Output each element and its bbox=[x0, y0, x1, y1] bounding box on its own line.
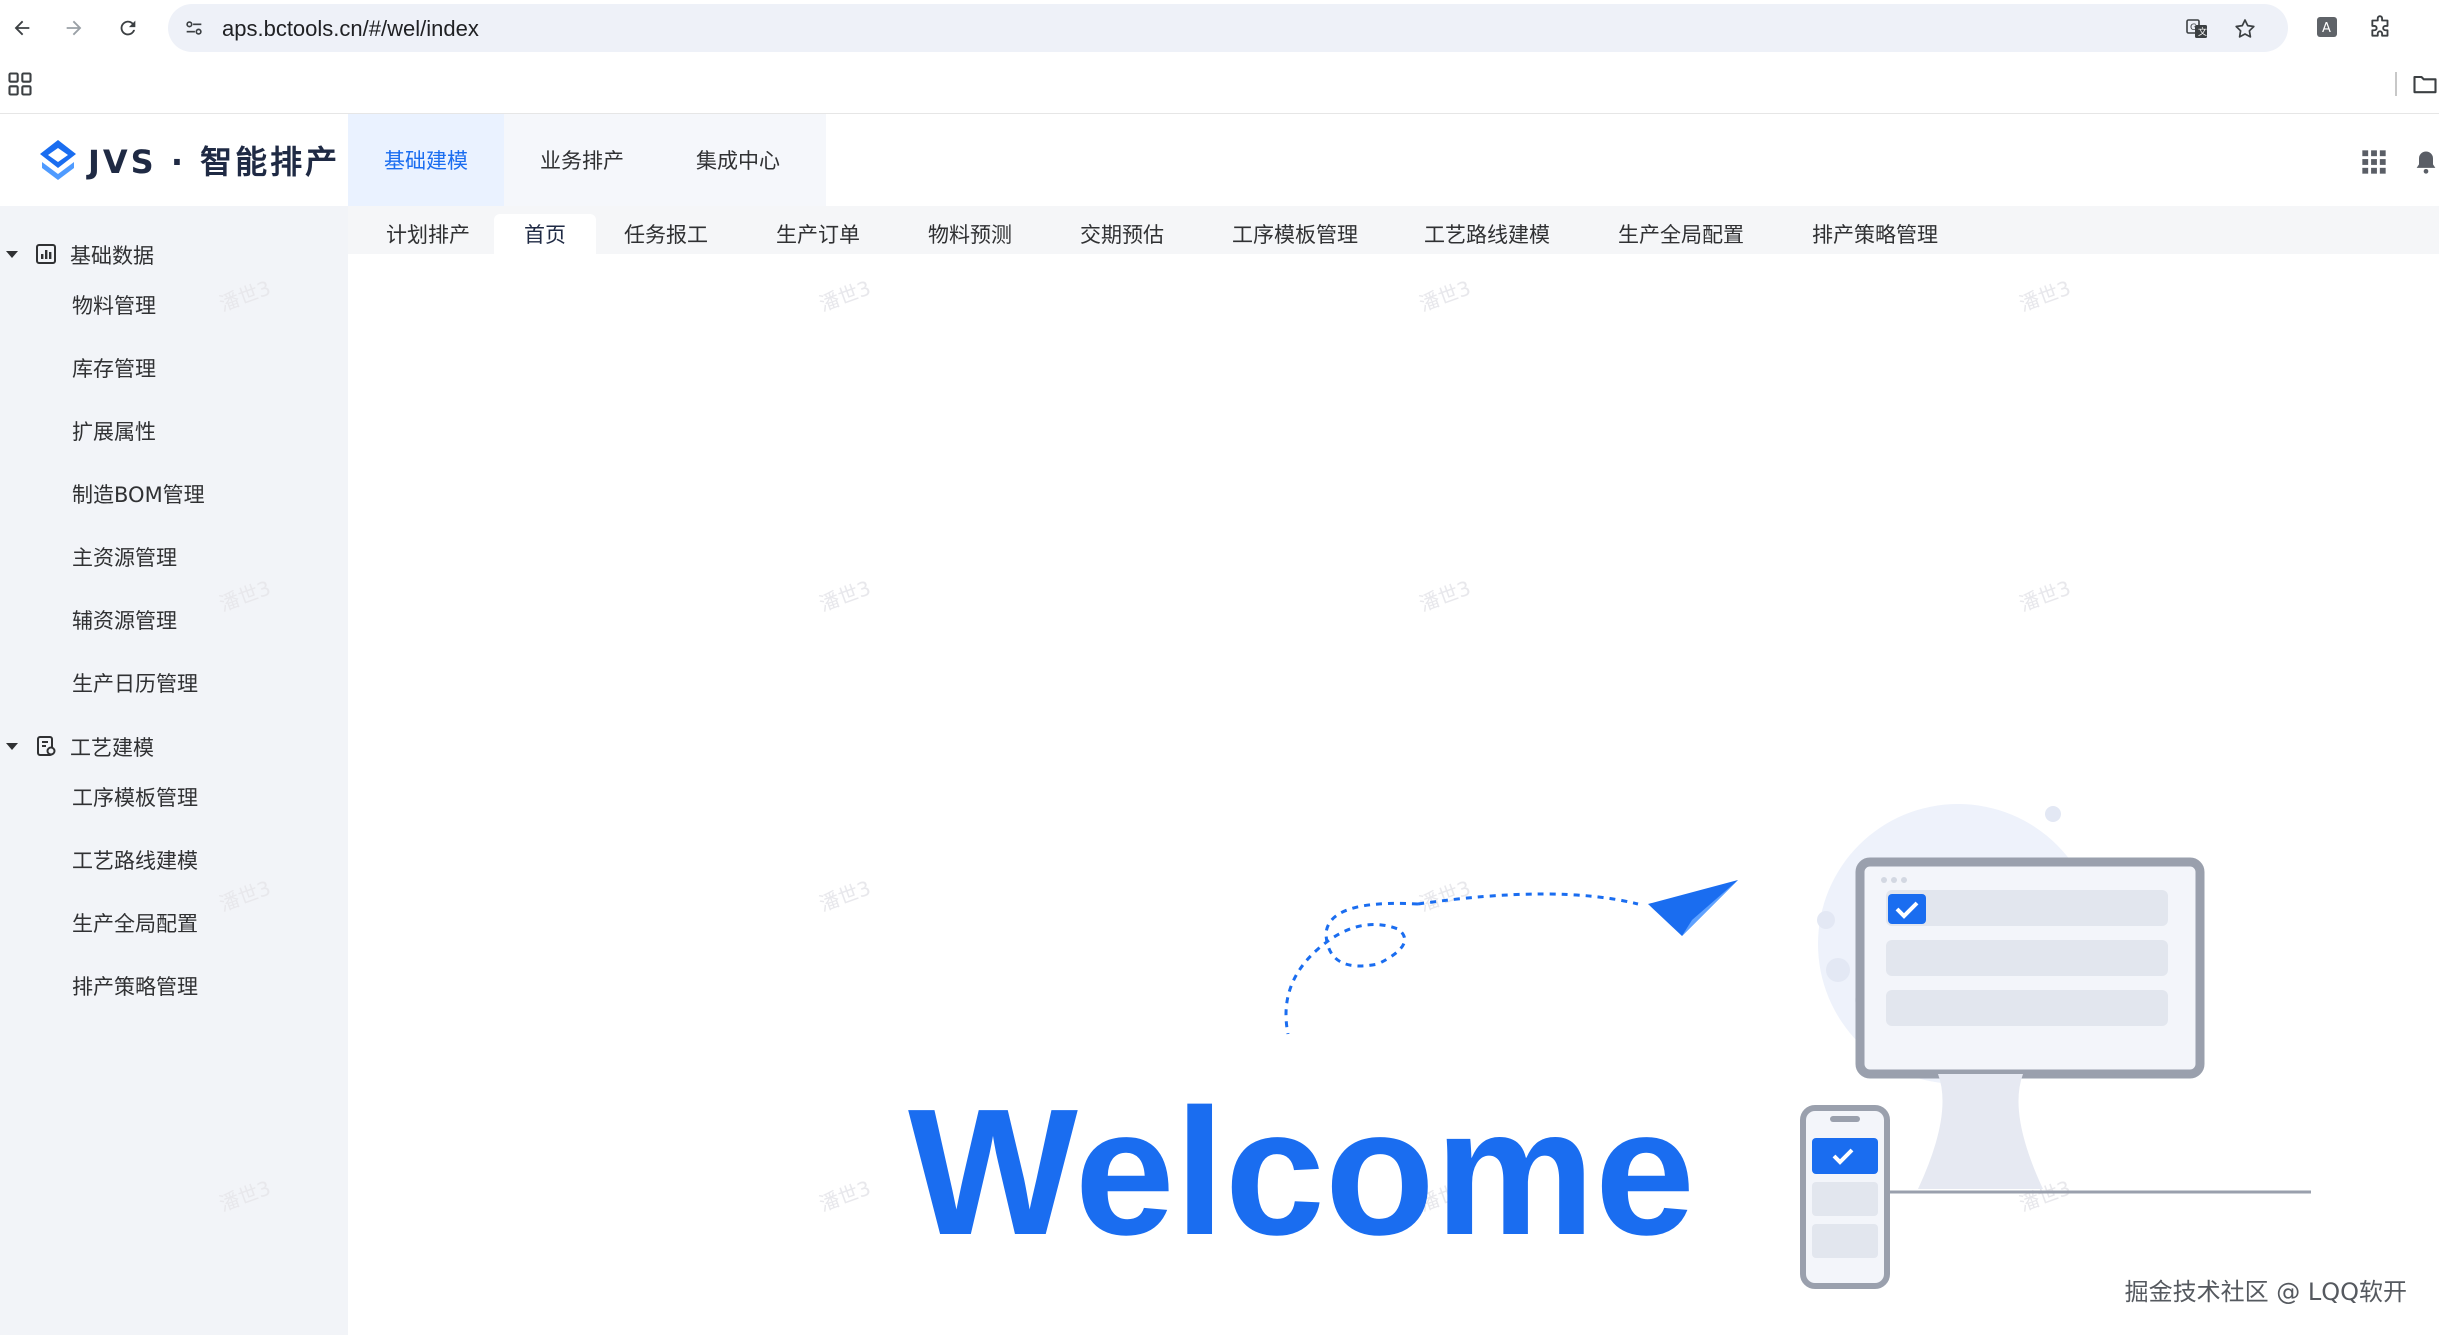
sidebar-item-global-config[interactable]: 生产全局配置 bbox=[72, 908, 198, 938]
site-settings-icon[interactable] bbox=[180, 14, 208, 42]
forward-button[interactable] bbox=[56, 10, 92, 46]
welcome-illustration: Welcome bbox=[908, 804, 2311, 1289]
watermark: 潘世3 bbox=[815, 275, 874, 317]
footer-credit: 掘金技术社区 @ LQQ软开 bbox=[2124, 1278, 2407, 1306]
svg-text:A: A bbox=[2322, 21, 2331, 36]
url-text[interactable]: aps.bctools.cn/#/wel/index bbox=[222, 16, 479, 42]
page-tab-bar: 计划排产 首页 任务报工 生产订单 物料预测 交期预估 工序模板管理 工艺路线建… bbox=[348, 206, 2439, 254]
caret-down-icon bbox=[6, 251, 18, 258]
sidebar-item-scheduling-strategy[interactable]: 排产策略管理 bbox=[72, 971, 198, 1001]
watermark: 潘世3 bbox=[2015, 275, 2074, 317]
grid-menu-icon[interactable] bbox=[2360, 148, 2388, 176]
main-content: 潘世3 潘世3 潘世3 潘世3 潘世3 潘世3 潘世3 潘世3 潘世3 潘世3 … bbox=[216, 254, 2439, 1335]
bell-icon[interactable] bbox=[2412, 148, 2439, 176]
logo-icon bbox=[40, 140, 76, 180]
watermark: 潘世3 bbox=[1415, 275, 1474, 317]
svg-text:文: 文 bbox=[2198, 26, 2207, 38]
star-icon[interactable] bbox=[2232, 16, 2258, 42]
extensions-icon[interactable] bbox=[2366, 12, 2396, 42]
app-logo[interactable]: JVS · 智能排产 bbox=[36, 136, 340, 184]
browser-toolbar: aps.bctools.cn/#/wel/index G文 A bbox=[0, 0, 2439, 56]
tab-process-template[interactable]: 工序模板管理 bbox=[1202, 214, 1388, 254]
tab-production-order[interactable]: 生产订单 bbox=[746, 214, 890, 254]
apps-icon[interactable] bbox=[6, 70, 34, 98]
caret-down-icon bbox=[6, 743, 18, 750]
paper-plane-icon bbox=[1284, 880, 1738, 1035]
sidebar-item-aux-resource[interactable]: 辅资源管理 bbox=[72, 605, 177, 635]
tab-global-config[interactable]: 生产全局配置 bbox=[1588, 214, 1774, 254]
sidebar-item-extended-attributes[interactable]: 扩展属性 bbox=[72, 416, 156, 446]
profile-icon[interactable]: A bbox=[2312, 12, 2342, 42]
sidebar: 基础数据 物料管理 库存管理 扩展属性 制造BOM管理 主资源管理 辅资源管理 … bbox=[0, 206, 348, 1335]
sidebar-group-label: 工艺建模 bbox=[70, 736, 154, 760]
sidebar-item-main-resource[interactable]: 主资源管理 bbox=[72, 542, 177, 572]
watermark: 潘世3 bbox=[2015, 575, 2074, 617]
tab-process-route[interactable]: 工艺路线建模 bbox=[1394, 214, 1580, 254]
sidebar-item-calendar[interactable]: 生产日历管理 bbox=[72, 668, 198, 698]
top-nav-tabs: 基础建模 业务排产 集成中心 bbox=[348, 114, 816, 206]
tab-plan-scheduling[interactable]: 计划排产 bbox=[356, 214, 500, 254]
folder-icon[interactable] bbox=[2411, 70, 2439, 98]
reload-icon bbox=[120, 20, 136, 36]
top-tab-business-scheduling[interactable]: 业务排产 bbox=[504, 114, 660, 206]
address-bar[interactable]: aps.bctools.cn/#/wel/index G文 bbox=[168, 4, 2288, 52]
devices-illustration bbox=[1800, 804, 2311, 1289]
back-button[interactable] bbox=[4, 10, 40, 46]
sidebar-group-label: 基础数据 bbox=[70, 244, 154, 268]
bookmark-divider bbox=[2395, 72, 2397, 96]
watermark: 潘世3 bbox=[815, 575, 874, 617]
forward-icon bbox=[66, 20, 82, 36]
tab-delivery-estimate[interactable]: 交期预估 bbox=[1050, 214, 1194, 254]
sidebar-item-material[interactable]: 物料管理 bbox=[72, 290, 156, 320]
top-tab-basic-modeling[interactable]: 基础建模 bbox=[348, 114, 504, 206]
sidebar-item-process-route[interactable]: 工艺路线建模 bbox=[72, 845, 198, 875]
app-header: JVS · 智能排产 基础建模 业务排产 集成中心 bbox=[0, 114, 2439, 206]
logo-text: JVS · 智能排产 bbox=[88, 143, 341, 181]
tab-material-forecast[interactable]: 物料预测 bbox=[898, 214, 1042, 254]
process-icon bbox=[37, 736, 56, 756]
sidebar-item-process-template[interactable]: 工序模板管理 bbox=[72, 782, 198, 812]
sidebar-item-inventory[interactable]: 库存管理 bbox=[72, 353, 156, 383]
top-tab-integration-center[interactable]: 集成中心 bbox=[660, 114, 816, 206]
reload-button[interactable] bbox=[110, 10, 146, 46]
back-icon bbox=[14, 20, 30, 36]
tab-scheduling-strategy[interactable]: 排产策略管理 bbox=[1782, 214, 1968, 254]
welcome-text: Welcome bbox=[908, 1072, 1695, 1273]
tab-task-report[interactable]: 任务报工 bbox=[594, 214, 738, 254]
bookmarks-bar bbox=[0, 56, 2439, 114]
translate-icon[interactable]: G文 bbox=[2184, 16, 2210, 42]
chart-icon bbox=[36, 244, 56, 264]
sidebar-item-bom[interactable]: 制造BOM管理 bbox=[72, 479, 205, 509]
tab-home[interactable]: 首页 bbox=[494, 214, 596, 254]
watermark: 潘世3 bbox=[1415, 575, 1474, 617]
